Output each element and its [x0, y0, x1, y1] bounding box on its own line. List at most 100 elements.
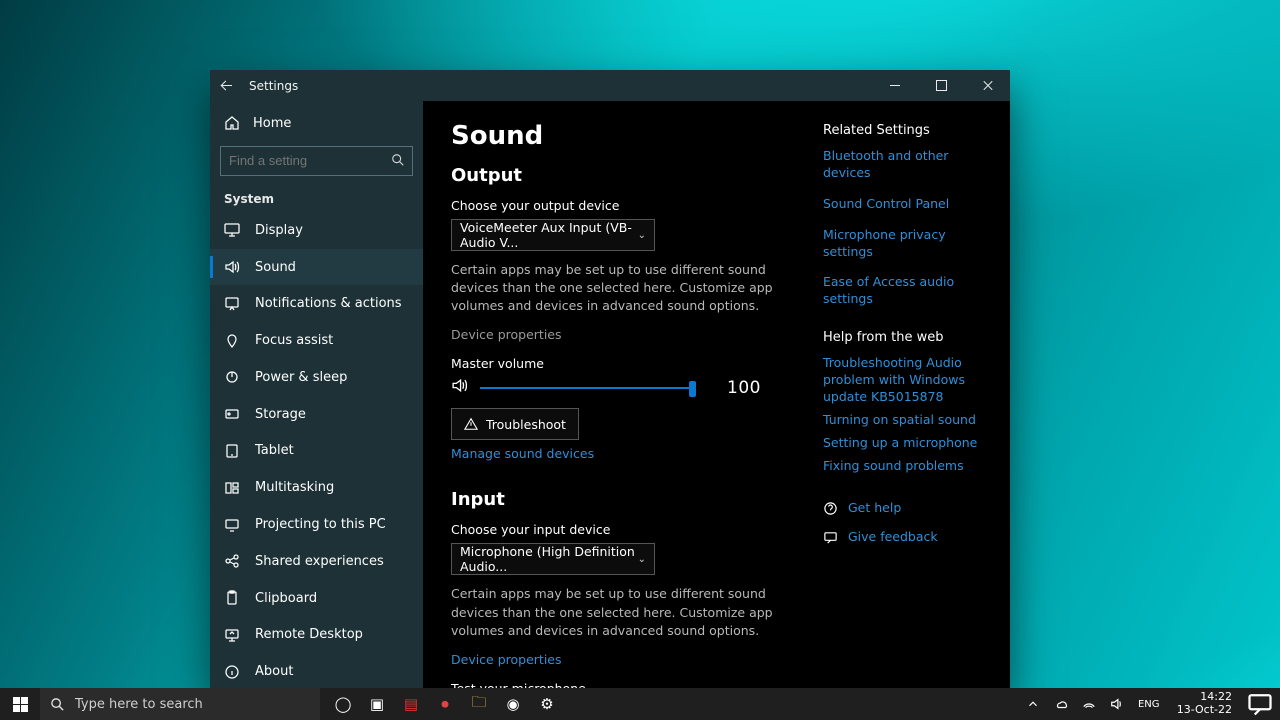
tray-chevron-up-icon[interactable] [1023, 697, 1043, 711]
taskbar-search[interactable]: Type here to search [40, 688, 320, 720]
projecting-icon [224, 517, 240, 533]
taskbar-search-placeholder: Type here to search [75, 697, 203, 712]
close-button[interactable] [964, 70, 1010, 101]
search-input[interactable] [220, 146, 413, 176]
sidebar-item-label: Power & sleep [255, 370, 347, 385]
output-device-properties-link[interactable]: Device properties [451, 327, 562, 342]
output-device-dropdown[interactable]: VoiceMeeter Aux Input (VB-Audio V... ⌄ [451, 219, 655, 251]
help-link-setup-mic[interactable]: Setting up a microphone [823, 435, 998, 452]
help-link-audio-update[interactable]: Troubleshooting Audio problem with Windo… [823, 355, 998, 406]
output-choose-label: Choose your output device [451, 198, 795, 213]
sound-icon [224, 259, 240, 275]
right-column: Related Settings Bluetooth and other dev… [823, 101, 1010, 690]
get-help-link: Get help [848, 500, 901, 517]
sidebar: Home System Display Sound Notifications … [210, 101, 423, 690]
taskbar-app-chrome[interactable]: ◉ [496, 688, 530, 720]
tray-volume-icon[interactable] [1107, 697, 1127, 711]
sidebar-item-shared-experiences[interactable]: Shared experiences [210, 543, 423, 580]
taskbar-app-explorer[interactable]: 🗀 [462, 688, 496, 720]
output-heading: Output [451, 165, 795, 186]
input-device-dropdown[interactable]: Microphone (High Definition Audio... ⌄ [451, 543, 655, 575]
sidebar-home[interactable]: Home [210, 107, 423, 140]
sidebar-item-remote-desktop[interactable]: Remote Desktop [210, 617, 423, 654]
storage-icon [224, 406, 240, 422]
sidebar-item-storage[interactable]: Storage [210, 396, 423, 433]
sidebar-item-multitasking[interactable]: Multitasking [210, 469, 423, 506]
main-panel: Sound Output Choose your output device V… [423, 101, 823, 690]
back-button[interactable] [220, 78, 235, 93]
warning-icon [464, 417, 478, 431]
sidebar-item-clipboard[interactable]: Clipboard [210, 580, 423, 617]
output-helper-text: Certain apps may be set up to use differ… [451, 261, 781, 315]
sidebar-item-tablet[interactable]: Tablet [210, 433, 423, 470]
sidebar-item-label: Tablet [255, 443, 294, 458]
sidebar-item-projecting[interactable]: Projecting to this PC [210, 506, 423, 543]
help-link-spatial[interactable]: Turning on spatial sound [823, 412, 998, 429]
windows-icon [13, 697, 28, 712]
notification-center-button[interactable] [1246, 690, 1274, 718]
taskbar-clock[interactable]: 14:22 13-Oct-22 [1177, 691, 1232, 716]
sidebar-item-label: Clipboard [255, 591, 317, 606]
input-device-value: Microphone (High Definition Audio... [460, 544, 638, 574]
output-manage-link[interactable]: Manage sound devices [451, 446, 594, 461]
related-link-bluetooth[interactable]: Bluetooth and other devices [823, 148, 998, 182]
remote-desktop-icon [224, 627, 240, 643]
give-feedback-row[interactable]: Give feedback [823, 529, 998, 546]
master-volume-label: Master volume [451, 356, 795, 371]
taskbar-date: 13-Oct-22 [1177, 704, 1232, 717]
multitasking-icon [224, 480, 240, 496]
clipboard-icon [224, 590, 240, 606]
input-heading: Input [451, 489, 795, 510]
page-title: Sound [451, 121, 795, 151]
sidebar-item-label: Sound [255, 260, 296, 275]
settings-window: Settings Home System [210, 70, 1010, 690]
minimize-button[interactable] [872, 70, 918, 101]
help-heading: Help from the web [823, 330, 998, 345]
get-help-row[interactable]: Get help [823, 500, 998, 517]
related-link-mic-privacy[interactable]: Microphone privacy settings [823, 227, 998, 261]
output-troubleshoot-button[interactable]: Troubleshoot [451, 408, 579, 440]
taskbar-app-settings[interactable]: ⚙ [530, 688, 564, 720]
sidebar-item-label: Multitasking [255, 480, 334, 495]
tray-network-icon[interactable] [1079, 697, 1099, 711]
sidebar-item-power-sleep[interactable]: Power & sleep [210, 359, 423, 396]
taskbar-app-taskview[interactable]: ▣ [360, 688, 394, 720]
home-icon [224, 115, 240, 131]
sidebar-item-display[interactable]: Display [210, 212, 423, 249]
about-icon [224, 664, 240, 680]
search-icon [50, 697, 65, 712]
display-icon [224, 222, 240, 238]
help-icon [823, 501, 838, 516]
sidebar-item-focus-assist[interactable]: Focus assist [210, 322, 423, 359]
sidebar-item-notifications[interactable]: Notifications & actions [210, 285, 423, 322]
sidebar-item-sound[interactable]: Sound [210, 249, 423, 286]
volume-icon [451, 377, 468, 398]
titlebar: Settings [210, 70, 1010, 101]
related-link-ease-of-access[interactable]: Ease of Access audio settings [823, 274, 998, 308]
tray-language-icon[interactable]: ENG [1135, 699, 1163, 710]
sidebar-item-label: Storage [255, 407, 306, 422]
notifications-icon [224, 296, 240, 312]
sidebar-item-label: Remote Desktop [255, 627, 363, 642]
sidebar-item-about[interactable]: About [210, 653, 423, 690]
taskbar: Type here to search ◯ ▣ ▤ ⏺ 🗀 ◉ ⚙ ENG 14… [0, 688, 1280, 720]
input-choose-label: Choose your input device [451, 522, 795, 537]
sidebar-home-label: Home [253, 116, 291, 131]
taskbar-app-recorder[interactable]: ⏺ [428, 688, 462, 720]
sidebar-item-label: About [255, 664, 293, 679]
tray-onedrive-icon[interactable] [1051, 697, 1071, 711]
input-device-properties-link[interactable]: Device properties [451, 652, 562, 667]
taskbar-app-news[interactable]: ▤ [394, 688, 428, 720]
master-volume-slider[interactable] [480, 379, 695, 397]
output-device-value: VoiceMeeter Aux Input (VB-Audio V... [460, 220, 638, 250]
feedback-icon [823, 530, 838, 545]
chevron-down-icon: ⌄ [638, 554, 646, 565]
taskbar-app-cortana[interactable]: ◯ [326, 688, 360, 720]
help-link-fixing[interactable]: Fixing sound problems [823, 458, 998, 475]
master-volume-value: 100 [727, 378, 761, 398]
focus-assist-icon [224, 333, 240, 349]
input-helper-text: Certain apps may be set up to use differ… [451, 585, 781, 639]
related-link-sound-control-panel[interactable]: Sound Control Panel [823, 196, 998, 213]
maximize-button[interactable] [918, 70, 964, 101]
start-button[interactable] [0, 688, 40, 720]
